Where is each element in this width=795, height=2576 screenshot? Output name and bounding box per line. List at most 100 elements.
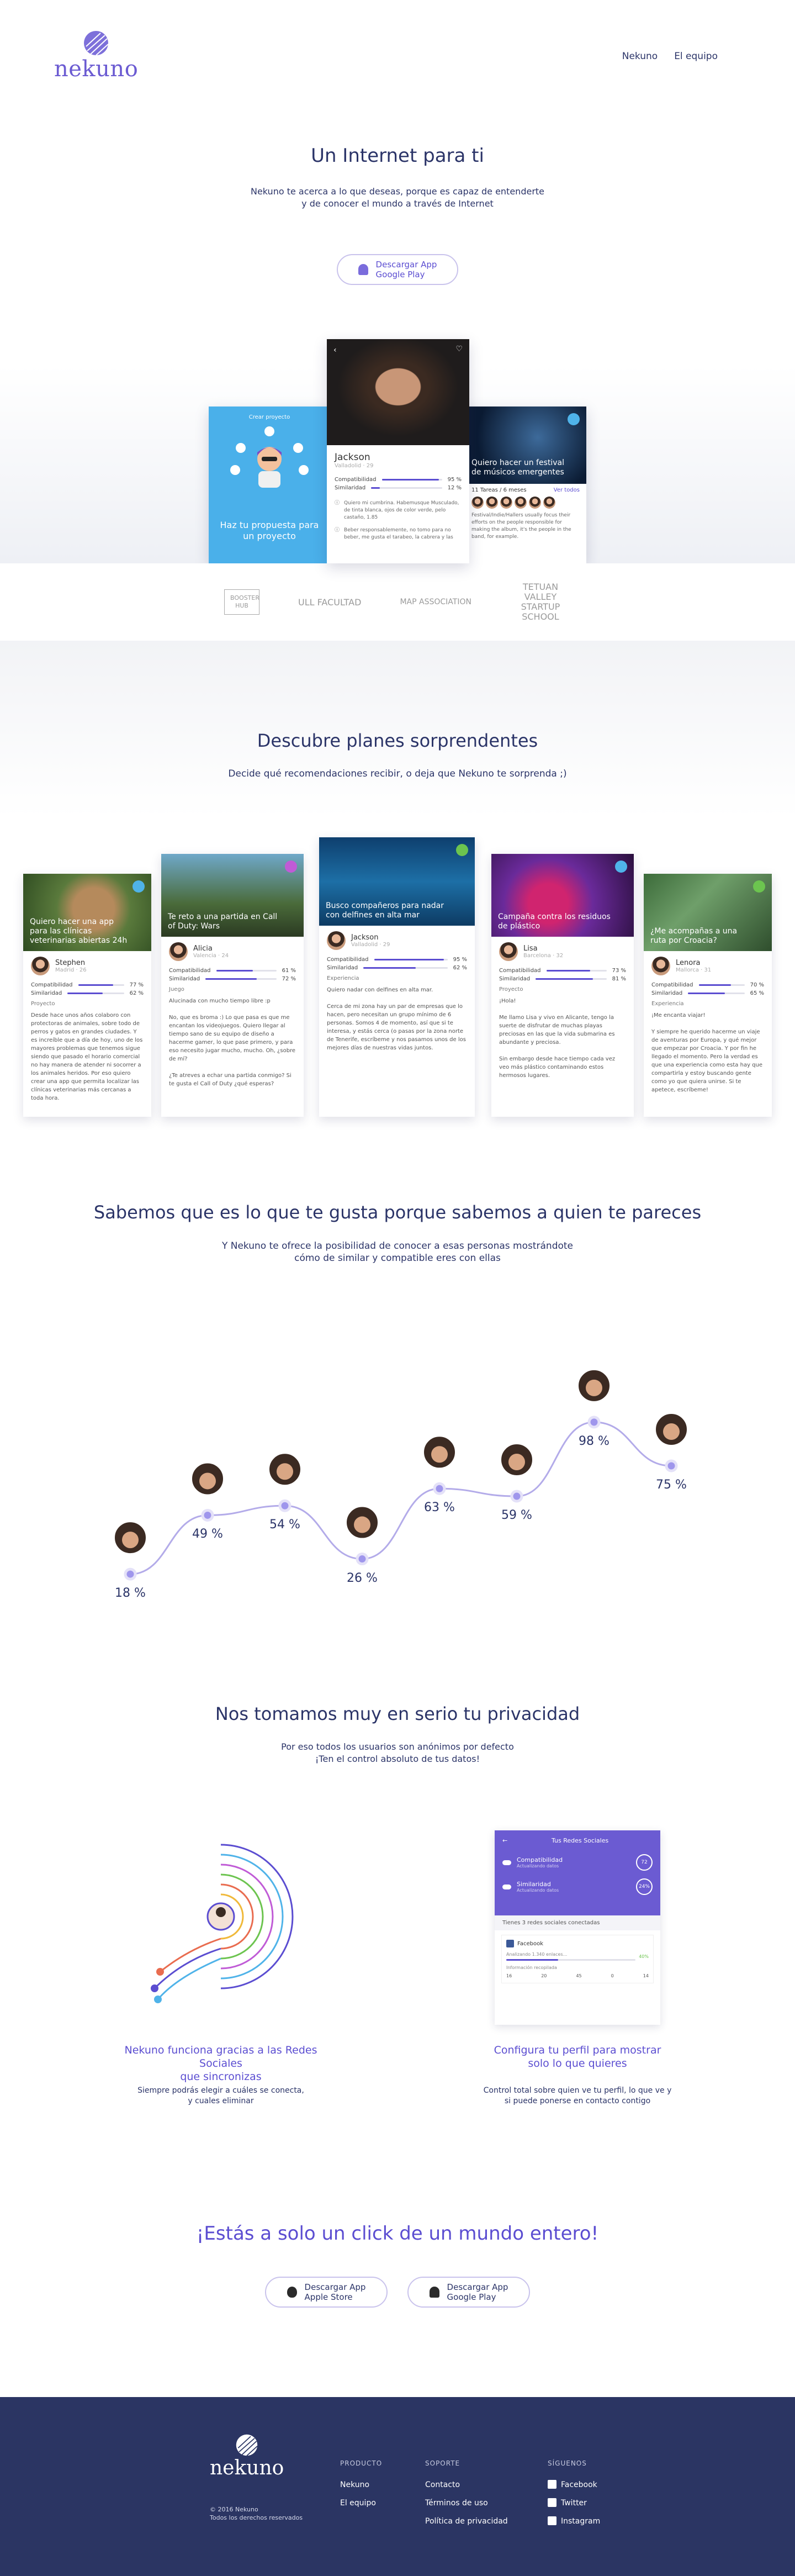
cta-title: ¡Estás a solo un click de un mundo enter… xyxy=(196,2223,599,2245)
logo-globe-icon xyxy=(84,31,109,56)
footer-logo[interactable]: nekuno xyxy=(210,2434,284,2479)
phone-caption: Quiero hacer un festival de músicos emer… xyxy=(471,458,564,477)
info-icon: ⓘ xyxy=(335,527,340,533)
nav-team[interactable]: El equipo xyxy=(674,51,718,62)
app-count: 0 xyxy=(611,1973,614,1978)
stat-value: 95 % xyxy=(447,477,462,483)
plan-text: Alucinada con mucho tiempo libre :p No, … xyxy=(169,998,296,1087)
stat-value: 70 % xyxy=(750,982,764,988)
apple-store-button[interactable]: Descargar App Apple Store xyxy=(265,2277,388,2308)
app-row-sub: Actualizando datos xyxy=(517,1864,559,1868)
footer-link-contact[interactable]: Contacto xyxy=(425,2480,460,2489)
app-header: Tus Redes Sociales xyxy=(551,1837,609,1844)
similarity-chart: 18 % 49 % 54 % 26 % 63 % 59 % 98 % 75 % xyxy=(0,1348,795,1646)
app-count: 14 xyxy=(643,1973,649,1978)
footer-heading: SÍGUENOS xyxy=(548,2459,587,2467)
data-label: 49 % xyxy=(192,1527,223,1542)
back-arrow-icon[interactable]: ‹ xyxy=(333,346,337,355)
footer-link-nekuno[interactable]: Nekuno xyxy=(340,2480,369,2489)
button-label: Descargar App xyxy=(375,260,437,270)
avatar xyxy=(651,957,670,975)
plan-section: Experiencia xyxy=(651,1001,684,1007)
google-play-button[interactable]: Descargar App Google Play xyxy=(337,254,458,285)
app-networks-label: Tienes 3 redes sociales conectadas xyxy=(495,1915,660,1930)
privacy-left-text-line: Siempre podrás elegir a cuáles se conect… xyxy=(137,2086,304,2095)
profile-meta: Valladolid · 29 xyxy=(335,463,374,469)
compat-bar xyxy=(698,984,745,986)
plan-caption: Busco compañeros para nadar con delfines… xyxy=(326,901,444,920)
app-row-title: Compatibilidad xyxy=(517,1856,563,1864)
footer-heading: SOPORTE xyxy=(425,2459,460,2467)
match-avatar-face xyxy=(431,1446,448,1463)
footer: nekuno © 2016 Nekuno Todos los derechos … xyxy=(0,2397,795,2576)
data-label: 54 % xyxy=(269,1518,300,1532)
button-store: Google Play xyxy=(447,2292,496,2302)
phone-caption: Haz tu propuesta para un proyecto xyxy=(220,520,319,541)
button-store: Apple Store xyxy=(304,2292,353,2302)
data-label: 26 % xyxy=(347,1571,378,1585)
privacy-subtitle-line: Por eso todos los usuarios son anónimos … xyxy=(281,1741,514,1752)
avatar xyxy=(327,931,346,950)
similar-bar xyxy=(67,993,124,994)
logo[interactable]: nekuno xyxy=(54,30,138,82)
plan-image: Busco compañeros para nadar con delfines… xyxy=(319,837,475,926)
button-label: Descargar App xyxy=(304,2282,366,2292)
hero-subtitle-line: y de conocer el mundo a través de Intern… xyxy=(301,198,494,209)
data-point xyxy=(201,1508,214,1522)
footer-link-team[interactable]: El equipo xyxy=(340,2499,376,2508)
plan-text: Desde hace unos años colaboro con protec… xyxy=(31,1012,143,1101)
stat-value: 73 % xyxy=(612,968,626,974)
privacy-left-title-line: que sincronizas xyxy=(180,2071,262,2083)
profile-answer: Beber responsablemente, no tomo para no … xyxy=(344,527,453,540)
fb-progress-bar xyxy=(506,1959,636,1961)
match-title: Sabemos que es lo que te gusta porque sa… xyxy=(93,1202,702,1223)
data-label: 63 % xyxy=(424,1501,455,1515)
privacy-subtitle-line: ¡Ten el control absoluto de tus datos! xyxy=(315,1754,480,1764)
hero-subtitle: Nekuno te acerca a lo que deseas, porque… xyxy=(0,186,795,210)
stat-label: Compatibilidad xyxy=(335,477,377,483)
plan-caption: Campaña contra los residuos de plástico xyxy=(498,912,611,931)
similar-bar xyxy=(688,993,745,994)
privacy-app-screen: ← Tus Redes Sociales Compatibilidad Actual… xyxy=(495,1830,660,2025)
data-point xyxy=(510,1490,523,1503)
member-avatars xyxy=(465,497,586,509)
footer-link-twitter[interactable]: Twitter xyxy=(561,2499,587,2508)
plan-card[interactable]: Busco compañeros para nadar con delfines… xyxy=(319,837,475,1117)
google-play-button-cta[interactable]: Descargar App Google Play xyxy=(407,2277,530,2308)
privacy-right-title-line: solo lo que quieres xyxy=(528,2057,627,2070)
plans-title: Descubre planes sorprendentes xyxy=(257,730,538,751)
phone-tab-link[interactable]: Ver todos xyxy=(554,487,580,493)
footer-link-facebook[interactable]: Facebook xyxy=(561,2480,597,2489)
avatar xyxy=(499,942,518,961)
plan-caption: Te reto a una partida en Call of Duty: W… xyxy=(168,912,278,931)
plan-card[interactable]: ¿Me acompañas a una ruta por Croacia? Le… xyxy=(644,874,772,1117)
logo-globe-icon xyxy=(236,2434,258,2456)
plan-card[interactable]: Te reto a una partida en Call of Duty: W… xyxy=(161,854,304,1117)
footer-link-terms[interactable]: Términos de uso xyxy=(425,2499,488,2508)
facebook-icon xyxy=(506,1940,514,1947)
footer-link-instagram[interactable]: Instagram xyxy=(561,2517,600,2526)
match-subtitle-line: cómo de similar y compatible eres con el… xyxy=(294,1253,501,1264)
footer-link-privacy[interactable]: Política de privacidad xyxy=(425,2517,508,2526)
plan-image: Quiero hacer una app para las clínicas v… xyxy=(23,874,151,951)
similar-bar xyxy=(536,978,607,980)
plan-section: Juego xyxy=(169,986,184,993)
compat-bar xyxy=(381,479,442,481)
profile-name: Jackson xyxy=(335,452,370,463)
compat-bar xyxy=(374,959,448,960)
phone-profile: ‹ ♡ Jackson Valladolid · 29 Compatibilid… xyxy=(327,339,469,563)
plan-user-meta: Mallorca · 31 xyxy=(676,967,712,973)
partner-logo: ULL FACULTAD xyxy=(298,597,362,608)
nav-nekuno[interactable]: Nekuno xyxy=(622,51,658,62)
app-row-title: Similaridad xyxy=(517,1881,551,1888)
android-icon xyxy=(358,264,368,275)
category-badge-icon xyxy=(456,844,468,856)
back-arrow-icon[interactable]: ← xyxy=(502,1837,507,1844)
plan-card[interactable]: Campaña contra los residuos de plástico … xyxy=(491,854,634,1117)
partner-logo: MAP ASSOCIATION xyxy=(400,598,471,606)
heart-icon[interactable]: ♡ xyxy=(455,345,463,353)
privacy-left-text: Siempre podrás elegir a cuáles se conect… xyxy=(105,2086,337,2107)
plan-card[interactable]: Quiero hacer una app para las clínicas v… xyxy=(23,874,151,1117)
plan-user-meta: Barcelona · 32 xyxy=(523,953,564,959)
data-label: 59 % xyxy=(501,1508,532,1523)
